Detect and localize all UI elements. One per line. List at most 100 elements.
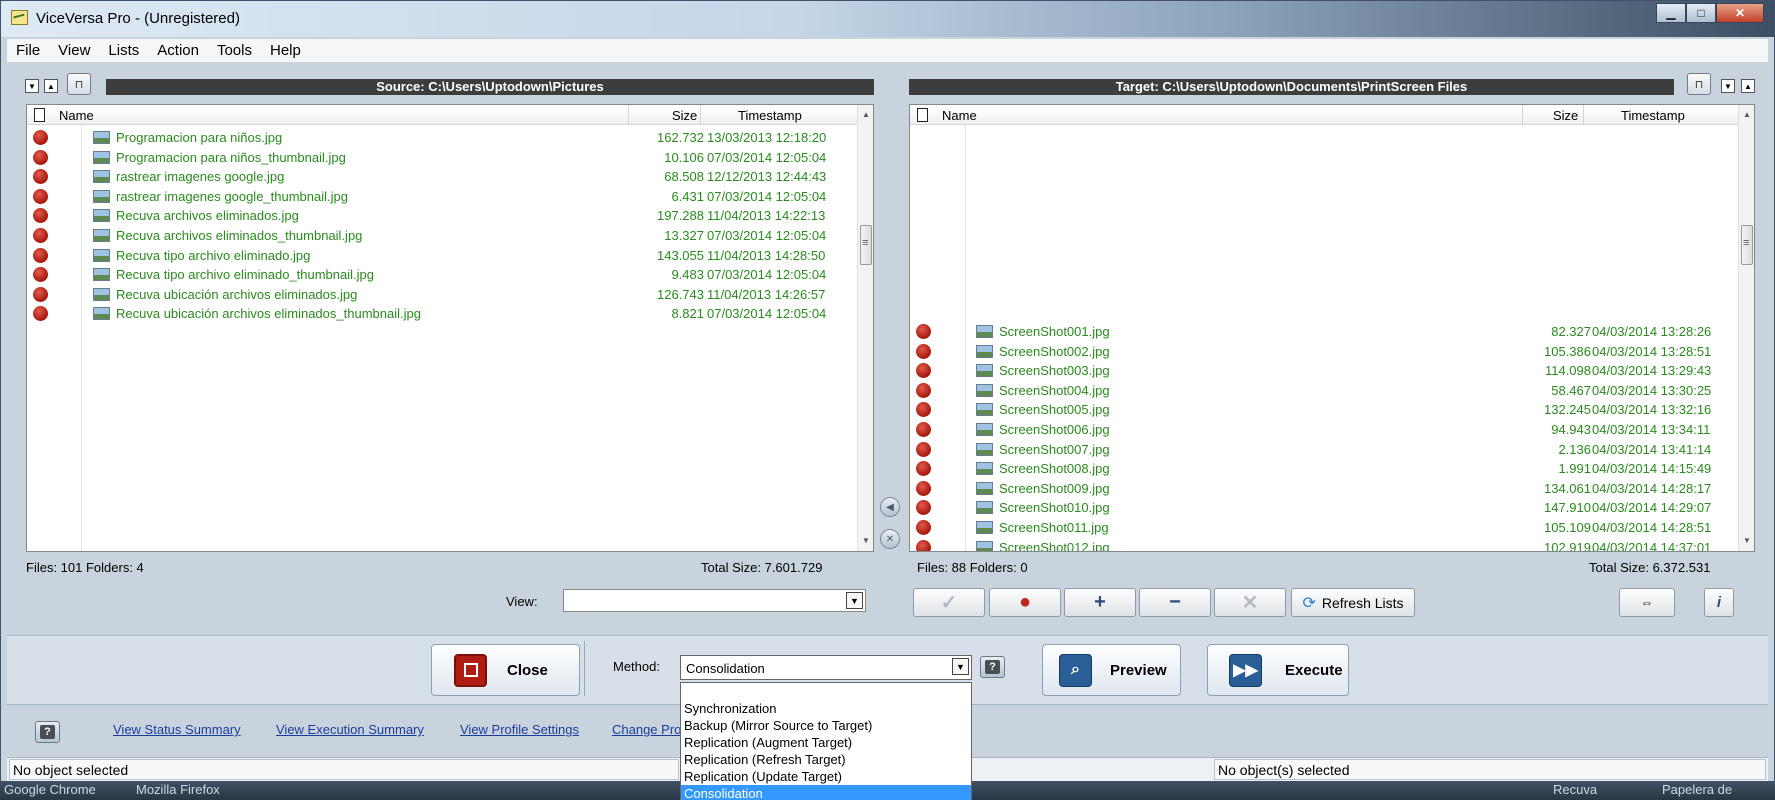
source-scroll-down-icon[interactable]: ▼ — [25, 79, 39, 93]
target-col-timestamp[interactable]: Timestamp — [1621, 108, 1685, 123]
info-button[interactable]: i — [1704, 588, 1734, 617]
source-file-list[interactable]: Name Size Timestamp Programacion para ni… — [26, 104, 874, 552]
preview-button[interactable]: ⌕ Preview — [1042, 644, 1181, 696]
scroll-thumb[interactable] — [860, 225, 872, 265]
help-button[interactable]: ? — [35, 721, 60, 743]
status-right: No object(s) selected — [1214, 759, 1766, 780]
copy-left-arrow-icon[interactable]: ◀ — [880, 497, 900, 517]
taskbar-item-firefox[interactable]: Mozilla Firefox — [136, 782, 220, 797]
minimize-button[interactable]: ▁ — [1656, 3, 1686, 23]
file-row[interactable]: ScreenShot010.jpg 147.910 04/03/2014 14:29… — [910, 498, 1738, 518]
source-col-size[interactable]: Size — [672, 108, 697, 123]
file-row[interactable]: ScreenShot005.jpg 132.245 04/03/2014 13:32… — [910, 400, 1738, 420]
file-timestamp: 04/03/2014 13:41:14 — [1592, 441, 1712, 457]
change-profile-link[interactable]: Change Pro — [612, 722, 681, 737]
menu-lists[interactable]: Lists — [99, 42, 148, 59]
title-bar[interactable]: ViceVersa Pro - (Unregistered) ▁ □ ✕ — [1, 1, 1774, 37]
target-col-name[interactable]: Name — [942, 108, 977, 123]
source-scrollbar[interactable]: ▲ ▼ — [857, 105, 873, 551]
file-row[interactable]: ScreenShot008.jpg 1.991 04/03/2014 14:15:4… — [910, 459, 1738, 479]
method-option[interactable]: Backup (Mirror Source to Target) — [681, 717, 971, 734]
target-scrollbar[interactable]: ▲ ▼ — [1738, 105, 1754, 551]
view-execution-summary-link[interactable]: View Execution Summary — [276, 722, 424, 737]
file-row[interactable]: Recuva archivos eliminados.jpg 197.288 11/… — [27, 206, 857, 226]
cancel-x-icon[interactable]: ✕ — [880, 529, 900, 549]
file-row[interactable]: Recuva tipo archivo eliminado_thumbnail.… — [27, 265, 857, 285]
menu-action[interactable]: Action — [148, 42, 208, 59]
target-scroll-down-icon[interactable]: ▼ — [1721, 79, 1735, 93]
maximize-button[interactable]: □ — [1686, 3, 1716, 23]
close-button[interactable]: Close — [431, 644, 580, 696]
file-row[interactable]: Recuva archivos eliminados_thumbnail.jpg… — [27, 226, 857, 246]
scroll-up-arrow-icon[interactable]: ▲ — [1739, 107, 1754, 123]
file-row[interactable]: ScreenShot009.jpg 134.061 04/03/2014 14:28… — [910, 479, 1738, 499]
method-option[interactable]: Consolidation — [681, 785, 971, 800]
check-button[interactable]: ✓ — [913, 588, 985, 617]
view-profile-settings-link[interactable]: View Profile Settings — [460, 722, 579, 737]
target-col-size[interactable]: Size — [1553, 108, 1578, 123]
file-row[interactable]: ScreenShot006.jpg 94.943 04/03/2014 13:34:… — [910, 420, 1738, 440]
file-row[interactable]: ScreenShot002.jpg 105.386 04/03/2014 13:28… — [910, 342, 1738, 362]
add-button[interactable]: + — [1064, 588, 1136, 617]
file-row[interactable]: rastrear imagenes google.jpg 68.508 12/12/… — [27, 167, 857, 187]
swap-button[interactable]: ⇔ — [1619, 588, 1675, 617]
status-dot-icon — [33, 267, 48, 283]
file-size: 58.467 — [1551, 382, 1591, 398]
refresh-lists-button[interactable]: ⟳ Refresh Lists — [1291, 588, 1415, 617]
source-scroll-up-icon[interactable]: ▲ — [44, 79, 58, 93]
file-size: 82.327 — [1551, 324, 1591, 339]
source-col-timestamp[interactable]: Timestamp — [738, 108, 802, 123]
status-dot-icon — [916, 500, 931, 516]
scroll-up-arrow-icon[interactable]: ▲ — [858, 107, 873, 123]
method-option[interactable]: Replication (Refresh Target) — [681, 751, 971, 768]
method-option[interactable]: Replication (Augment Target) — [681, 734, 971, 751]
menu-help[interactable]: Help — [261, 42, 310, 59]
source-col-name[interactable]: Name — [59, 108, 94, 123]
method-option[interactable]: Synchronization — [681, 700, 971, 717]
source-summary: Files: 101 Folders: 4 — [26, 560, 144, 575]
source-lock-icon[interactable]: ⊓ — [67, 73, 91, 95]
taskbar-item-recuva[interactable]: Recuva — [1553, 782, 1597, 797]
menu-file[interactable]: File — [7, 42, 49, 59]
file-row[interactable]: ScreenShot007.jpg 2.136 04/03/2014 13:41:1… — [910, 440, 1738, 460]
file-row[interactable]: Programacion para niños_thumbnail.jpg 10.… — [27, 148, 857, 168]
chevron-down-icon[interactable]: ▼ — [846, 592, 863, 609]
record-button[interactable]: ● — [989, 588, 1061, 617]
scroll-thumb[interactable] — [1741, 225, 1753, 265]
taskbar-item-chrome[interactable]: Google Chrome — [4, 782, 96, 797]
menu-view[interactable]: View — [49, 42, 99, 59]
file-row[interactable]: ScreenShot011.jpg 105.109 04/03/2014 14:28… — [910, 518, 1738, 538]
method-option[interactable]: Replication (Update Target) — [681, 768, 971, 785]
target-scroll-up-icon[interactable]: ▲ — [1741, 79, 1755, 93]
file-name: Recuva ubicación archivos eliminados.jpg — [116, 286, 358, 302]
taskbar-item-recycle-bin[interactable]: Papelera de — [1662, 782, 1732, 797]
menu-tools[interactable]: Tools — [208, 42, 261, 59]
file-row[interactable]: Recuva tipo archivo eliminado.jpg 143.055… — [27, 246, 857, 266]
method-dropdown-list[interactable]: Synchronization Backup (Mirror Source to … — [680, 682, 972, 800]
target-file-list[interactable]: Name Size Timestamp ScreenShot001.jpg 82.… — [909, 104, 1755, 552]
view-status-summary-link[interactable]: View Status Summary — [113, 722, 241, 737]
method-select[interactable]: Consolidation ▼ — [680, 655, 972, 680]
scroll-down-arrow-icon[interactable]: ▼ — [858, 533, 873, 549]
close-window-button[interactable]: ✕ — [1716, 3, 1764, 23]
file-row[interactable]: Recuva ubicación archivos eliminados_thu… — [27, 304, 857, 324]
file-row[interactable]: Programacion para niños.jpg 162.732 13/03/… — [27, 128, 857, 148]
remove-button[interactable]: − — [1139, 588, 1211, 617]
execute-button[interactable]: ▶▶ Execute — [1207, 644, 1349, 696]
file-name: ScreenShot011.jpg — [999, 520, 1109, 535]
file-row[interactable]: ScreenShot001.jpg 82.327 04/03/2014 13:28:… — [910, 322, 1738, 342]
file-timestamp: 04/03/2014 14:29:07 — [1592, 500, 1712, 516]
file-row[interactable]: ScreenShot004.jpg 58.467 04/03/2014 13:30:… — [910, 381, 1738, 401]
status-dot-icon — [916, 461, 931, 477]
chevron-down-icon[interactable]: ▼ — [952, 658, 969, 675]
method-help-button[interactable]: ? — [980, 656, 1005, 678]
scroll-down-arrow-icon[interactable]: ▼ — [1739, 533, 1754, 549]
file-row[interactable]: ScreenShot003.jpg 114.098 04/03/2014 13:29… — [910, 361, 1738, 381]
delete-button[interactable]: ✕ — [1214, 588, 1286, 617]
target-lock-icon[interactable]: ⊓ — [1687, 73, 1711, 95]
file-row[interactable]: Recuva ubicación archivos eliminados.jpg… — [27, 285, 857, 305]
file-name: ScreenShot010.jpg — [999, 500, 1110, 516]
file-row[interactable]: rastrear imagenes google_thumbnail.jpg 6.… — [27, 187, 857, 207]
file-row[interactable]: ScreenShot012.jpg 102.919 04/03/2014 14:37… — [910, 538, 1738, 551]
view-select[interactable]: ▼ — [563, 589, 866, 612]
